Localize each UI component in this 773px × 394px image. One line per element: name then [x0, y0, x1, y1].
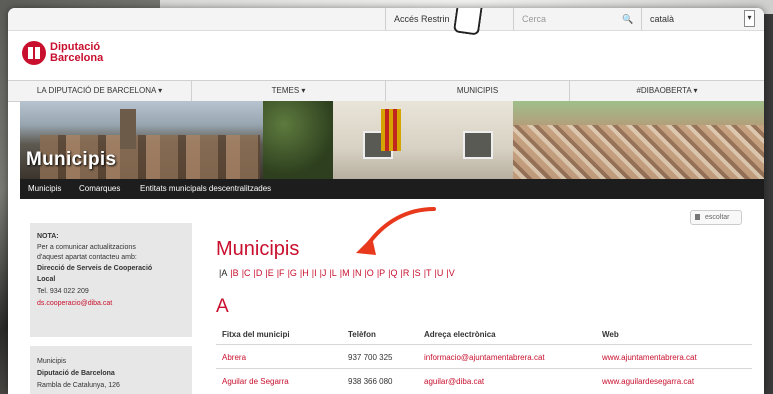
email-link[interactable]: aguilar@diba.cat	[424, 377, 484, 386]
logo-text[interactable]: Diputació Barcelona	[50, 42, 103, 64]
nav-item-temes[interactable]: TEMES ▾	[192, 81, 386, 101]
main-nav: LA DIPUTACIÓ DE BARCELONA ▾ TEMES ▾ MUNI…	[8, 80, 764, 102]
web-link[interactable]: www.ajuntamentabrera.cat	[602, 353, 697, 362]
column-header: Adreça electrònica	[424, 330, 496, 339]
note-org: Local	[37, 276, 56, 283]
column-header: Web	[602, 330, 619, 339]
note-org: Direcció de Serveis de Cooperació	[37, 265, 153, 272]
letter-link-f[interactable]: |F	[277, 268, 285, 278]
language-select[interactable]: català	[641, 8, 761, 30]
letter-link-s[interactable]: |S	[412, 268, 420, 278]
listen-label: escoltar	[705, 214, 730, 221]
letter-link-v[interactable]: |V	[446, 268, 454, 278]
contact-note: NOTA: Per a comunicar actualitzacions d'…	[30, 223, 192, 337]
page-title: Municipis	[216, 238, 300, 260]
subnav-item-comarques[interactable]: Comarques	[79, 179, 120, 199]
logo-line-2: Barcelona	[50, 52, 104, 64]
address-line: Municipis	[37, 358, 67, 365]
annotation-arrow	[356, 207, 436, 255]
letter-link-l[interactable]: |L	[329, 268, 336, 278]
phone-cell: 938 366 080	[348, 377, 393, 386]
section-heading: A	[216, 296, 229, 317]
utility-bar: Accés Restrin Cerca 🔍 català ▾	[8, 8, 764, 31]
logo-icon[interactable]	[22, 41, 46, 65]
letter-link-n[interactable]: |N	[353, 268, 362, 278]
column-header: Telèfon	[348, 330, 376, 339]
note-email-link[interactable]: ds.cooperacio@diba.cat	[37, 300, 112, 307]
letter-link-b[interactable]: |B	[230, 268, 238, 278]
chevron-down-icon[interactable]: ▾	[744, 10, 755, 27]
note-phone: Tel. 934 022 209	[37, 288, 89, 295]
letter-link-d[interactable]: |D	[254, 268, 263, 278]
municipi-link[interactable]: Aguilar de Segarra	[222, 377, 289, 386]
banner-title: Municipis	[26, 149, 117, 170]
letter-link-g[interactable]: |G	[288, 268, 297, 278]
nav-item-municipis[interactable]: MUNICIPIS	[386, 81, 570, 101]
letter-link-o[interactable]: |O	[364, 268, 373, 278]
subnav-item-municipis[interactable]: Municipis	[28, 179, 61, 199]
subnav-item-entitats[interactable]: Entitats municipals descentralitzades	[140, 179, 271, 199]
divider	[216, 344, 752, 345]
phone-cell: 937 700 325	[348, 353, 393, 362]
speaker-icon	[695, 214, 700, 220]
sub-nav: Municipis Comarques Entitats municipals …	[20, 179, 764, 199]
letter-link-e[interactable]: |E	[265, 268, 273, 278]
banner-photo-town-hall	[263, 101, 513, 179]
column-header: Fitxa del municipi	[222, 330, 290, 339]
address-line: Rambla de Catalunya, 126	[37, 382, 120, 389]
banner-photo-aerial	[513, 101, 764, 179]
web-link[interactable]: www.aguilardesegarra.cat	[602, 377, 694, 386]
letter-link-u[interactable]: |U	[435, 268, 444, 278]
banner: Municipis	[20, 101, 764, 179]
nav-item-dibaoberta[interactable]: #DIBAOBERTA ▾	[570, 81, 764, 101]
address-box: Municipis Diputació de Barcelona Rambla …	[30, 346, 192, 394]
hand-cursor-icon	[452, 8, 484, 36]
nav-item-diputacio[interactable]: LA DIPUTACIÓ DE BARCELONA ▾	[8, 81, 192, 101]
municipi-link[interactable]: Abrera	[222, 353, 246, 362]
letter-link-q[interactable]: |Q	[388, 268, 397, 278]
letter-link-p[interactable]: |P	[377, 268, 385, 278]
listen-button[interactable]: escoltar	[690, 210, 742, 225]
web-page: Accés Restrin Cerca 🔍 català ▾ Diputació…	[8, 8, 764, 394]
address-line: Diputació de Barcelona	[37, 370, 115, 377]
restricted-access-link[interactable]: Accés Restrin	[385, 8, 505, 30]
letter-link-c[interactable]: |C	[242, 268, 251, 278]
letter-link-j[interactable]: |J	[320, 268, 327, 278]
letter-link-i[interactable]: |I	[312, 268, 317, 278]
divider	[216, 368, 752, 369]
note-text: Per a comunicar actualitzacions	[37, 244, 136, 251]
note-text: d'aquest apartat contacteu amb:	[37, 254, 137, 261]
letter-link-m[interactable]: |M	[340, 268, 350, 278]
email-link[interactable]: informacio@ajuntamentabrera.cat	[424, 353, 545, 362]
letter-link-a[interactable]: |A	[219, 268, 227, 278]
note-heading: NOTA:	[37, 233, 59, 240]
alphabet-index: |A |B |C |D |E |F |G |H |I |J |L |M |N |O |P |Q |R |S |T |U…	[219, 268, 458, 278]
letter-link-r[interactable]: |R	[401, 268, 410, 278]
search-icon[interactable]: 🔍	[622, 8, 633, 30]
letter-link-t[interactable]: |T	[424, 268, 432, 278]
letter-link-h[interactable]: |H	[300, 268, 309, 278]
